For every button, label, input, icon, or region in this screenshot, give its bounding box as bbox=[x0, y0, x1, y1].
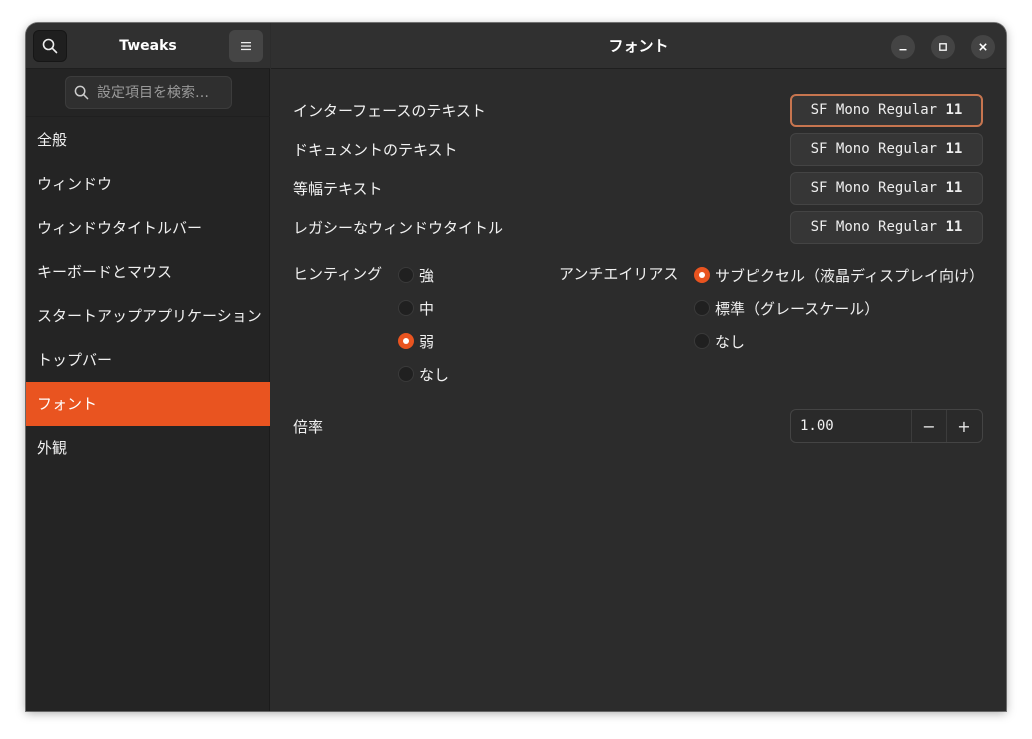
document-text-font-button[interactable]: SF Mono Regular 11 bbox=[790, 133, 983, 166]
radio-label: 弱 bbox=[419, 332, 435, 351]
radio-label: なし bbox=[419, 365, 450, 384]
hinting-option-medium[interactable]: 中 bbox=[398, 298, 434, 318]
sidebar-item-window-titlebars[interactable]: ウィンドウタイトルバー bbox=[26, 206, 270, 250]
sidebar-item-top-bar[interactable]: トップバー bbox=[26, 338, 270, 382]
plus-icon: + bbox=[957, 416, 971, 436]
legacy-window-titles-label: レガシーなウィンドウタイトル bbox=[293, 219, 504, 237]
radio-label: 中 bbox=[419, 299, 435, 318]
sidebar-item-appearance[interactable]: 外観 bbox=[26, 426, 270, 470]
app-title: Tweaks bbox=[119, 38, 177, 54]
maximize-button[interactable] bbox=[931, 35, 955, 59]
sidebar-item-fonts[interactable]: フォント bbox=[26, 382, 270, 426]
monospace-text-font-button[interactable]: SF Mono Regular 11 bbox=[790, 172, 983, 205]
sidebar-item-windows[interactable]: ウィンドウ bbox=[26, 162, 270, 206]
sidebar-item-keyboard-mouse[interactable]: キーボードとマウス bbox=[26, 250, 270, 294]
sidebar-header: Tweaks bbox=[26, 23, 270, 69]
hinting-label: ヒンティング bbox=[293, 265, 383, 283]
interface-text-label: インターフェースのテキスト bbox=[293, 102, 486, 120]
minus-icon: − bbox=[922, 416, 936, 436]
radio-button[interactable] bbox=[694, 267, 710, 283]
antialiasing-option-none[interactable]: なし bbox=[694, 331, 745, 351]
search-toggle-button[interactable] bbox=[33, 30, 67, 62]
document-text-label: ドキュメントのテキスト bbox=[293, 141, 458, 159]
monospace-text-label: 等幅テキスト bbox=[293, 180, 383, 198]
maximize-icon bbox=[939, 43, 947, 51]
search-icon bbox=[74, 85, 89, 100]
radio-label: なし bbox=[715, 332, 746, 351]
tweaks-window: Tweaks 全般 ウィンドウ ウィンドウタイトルバー bbox=[26, 23, 1006, 711]
increase-button[interactable]: + bbox=[946, 410, 981, 442]
sidebar-item-general[interactable]: 全般 bbox=[26, 118, 270, 162]
antialiasing-option-subpixel[interactable]: サブピクセル（液晶ディスプレイ向け） bbox=[694, 265, 984, 285]
scaling-factor-label: 倍率 bbox=[293, 418, 324, 436]
radio-button[interactable] bbox=[398, 366, 414, 382]
font-name: SF Mono Regular bbox=[810, 102, 938, 118]
radio-button[interactable] bbox=[398, 333, 414, 349]
font-size: 11 bbox=[945, 141, 963, 157]
antialiasing-label: アンチエイリアス bbox=[559, 265, 679, 283]
sidebar-item-startup-applications[interactable]: スタートアップアプリケーション bbox=[26, 294, 270, 338]
main-menu-button[interactable] bbox=[229, 30, 263, 62]
hinting-option-slight[interactable]: 弱 bbox=[398, 331, 434, 351]
font-name: SF Mono Regular bbox=[810, 141, 938, 157]
header-bar: フォント bbox=[271, 23, 1006, 69]
radio-button[interactable] bbox=[694, 300, 710, 316]
font-size: 11 bbox=[945, 219, 963, 235]
search-bar bbox=[26, 69, 270, 117]
scaling-factor-input[interactable] bbox=[791, 417, 911, 435]
scaling-factor-spinbutton: − + bbox=[790, 409, 983, 443]
radio-button[interactable] bbox=[694, 333, 710, 349]
close-button[interactable] bbox=[971, 35, 995, 59]
radio-button[interactable] bbox=[398, 300, 414, 316]
hinting-option-full[interactable]: 強 bbox=[398, 265, 434, 285]
font-name: SF Mono Regular bbox=[810, 180, 938, 196]
search-icon bbox=[42, 38, 58, 54]
minimize-icon bbox=[899, 49, 907, 51]
font-name: SF Mono Regular bbox=[810, 219, 938, 235]
search-input[interactable] bbox=[95, 83, 215, 102]
font-size: 11 bbox=[945, 180, 963, 196]
main-panel: フォント インターフェースのテキスト SF Mono Regular 11 ドキ… bbox=[271, 23, 1006, 711]
radio-button[interactable] bbox=[398, 267, 414, 283]
interface-text-font-button[interactable]: SF Mono Regular 11 bbox=[790, 94, 983, 127]
radio-label: 強 bbox=[419, 266, 435, 285]
decrease-button[interactable]: − bbox=[911, 410, 946, 442]
hinting-option-none[interactable]: なし bbox=[398, 364, 449, 384]
close-icon bbox=[979, 43, 987, 51]
sidebar-nav: 全般 ウィンドウ ウィンドウタイトルバー キーボードとマウス スタートアップアプ… bbox=[26, 118, 270, 470]
radio-label: サブピクセル（液晶ディスプレイ向け） bbox=[715, 266, 984, 285]
legacy-window-titles-font-button[interactable]: SF Mono Regular 11 bbox=[790, 211, 983, 244]
hamburger-menu-icon bbox=[241, 42, 251, 51]
radio-label: 標準（グレースケール） bbox=[715, 299, 880, 318]
sidebar: Tweaks 全般 ウィンドウ ウィンドウタイトルバー bbox=[26, 23, 270, 711]
font-size: 11 bbox=[945, 102, 963, 118]
search-entry[interactable] bbox=[65, 76, 232, 109]
minimize-button[interactable] bbox=[891, 35, 915, 59]
antialiasing-option-standard[interactable]: 標準（グレースケール） bbox=[694, 298, 879, 318]
